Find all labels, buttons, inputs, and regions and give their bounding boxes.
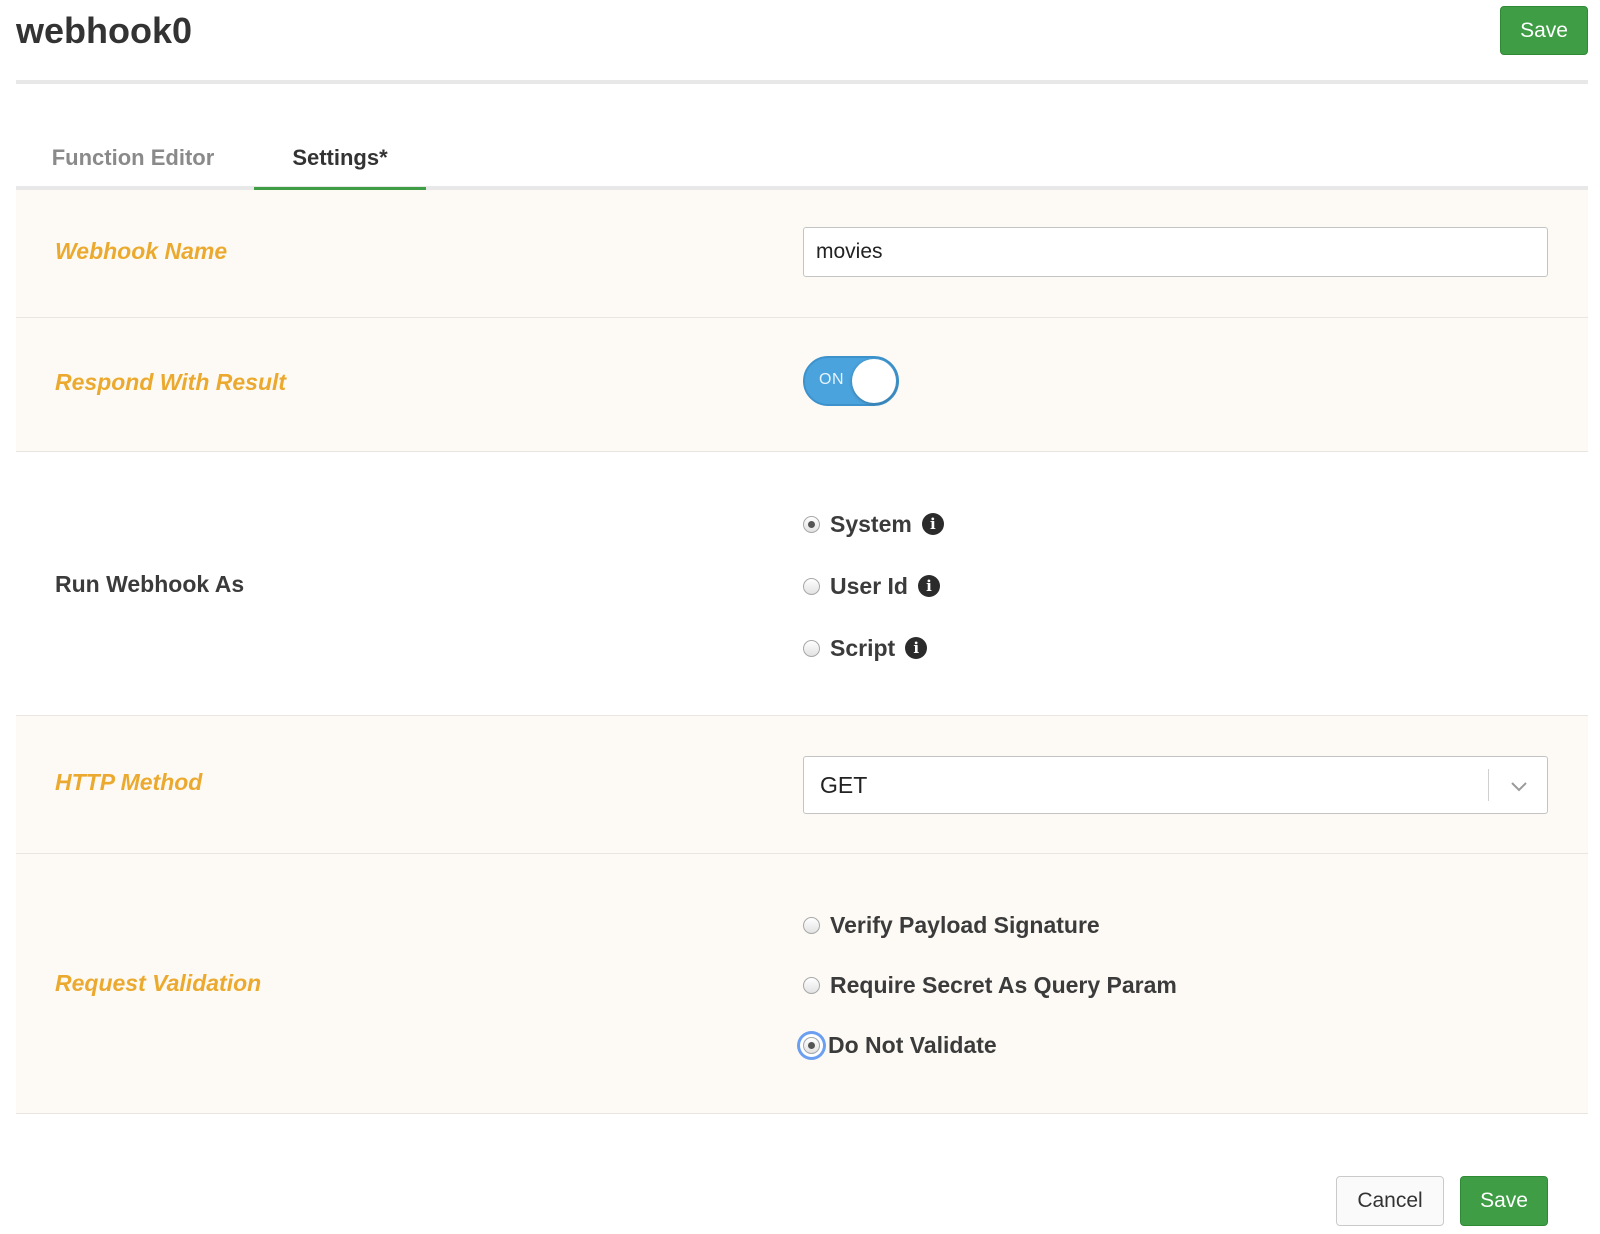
verify-payload-signature-radio[interactable] [803,916,820,934]
toggle-on-text: ON [819,371,844,388]
do-not-validate-option[interactable]: Do Not Validate [803,1030,997,1060]
require-secret-option[interactable]: Require Secret As Query Param [803,970,1177,1000]
page-title: webhook0 [16,10,193,51]
page-header: webhook0 Save [16,0,1588,84]
run-as-system-option[interactable]: System i [803,509,944,539]
tab-function-editor[interactable]: Function Editor [38,140,228,190]
run-as-script-radio[interactable] [803,639,820,657]
cancel-button[interactable]: Cancel [1336,1176,1444,1226]
run-as-system-label: System [830,510,912,537]
request-validation-row: Request Validation Verify Payload Signat… [16,854,1588,1114]
run-as-system-radio[interactable] [803,515,820,533]
respond-with-result-toggle[interactable]: ON [803,356,899,406]
verify-payload-signature-label: Verify Payload Signature [830,911,1100,938]
http-method-value: GET [820,772,868,798]
run-as-script-option[interactable]: Script i [803,633,928,663]
respond-with-result-label: Respond With Result [55,369,287,395]
run-as-user-id-option[interactable]: User Id i [803,571,940,601]
do-not-validate-label: Do Not Validate [828,1031,997,1058]
http-method-select[interactable]: GET [803,756,1548,814]
info-icon[interactable]: i [917,575,940,597]
require-secret-radio[interactable] [803,976,820,994]
http-method-row: HTTP Method GET [16,716,1588,854]
http-method-label: HTTP Method [55,769,203,795]
tab-settings[interactable]: Settings* [254,140,426,191]
webhook-name-label: Webhook Name [55,238,228,264]
run-webhook-as-label: Run Webhook As [55,571,245,597]
run-as-script-label: Script [830,634,896,661]
webhook-name-row: Webhook Name [16,190,1588,318]
run-as-user-id-label: User Id [830,572,908,599]
verify-payload-signature-option[interactable]: Verify Payload Signature [803,910,1100,940]
request-validation-label: Request Validation [55,970,262,996]
info-icon[interactable]: i [905,637,928,659]
respond-with-result-row: Respond With Result ON [16,318,1588,452]
tab-bar: Function Editor Settings* [16,140,1588,191]
run-as-user-id-radio[interactable] [803,577,820,595]
run-webhook-as-row: Run Webhook As System i User Id i Script… [16,452,1588,716]
info-icon[interactable]: i [921,513,944,535]
webhook-name-input[interactable] [803,227,1548,277]
chevron-down-icon[interactable] [1509,776,1529,796]
toggle-knob [852,359,896,403]
require-secret-label: Require Secret As Query Param [830,971,1177,998]
save-button-top[interactable]: Save [1500,6,1588,55]
save-button-bottom[interactable]: Save [1460,1176,1548,1226]
do-not-validate-radio[interactable] [803,1036,820,1054]
select-separator [1488,769,1489,801]
